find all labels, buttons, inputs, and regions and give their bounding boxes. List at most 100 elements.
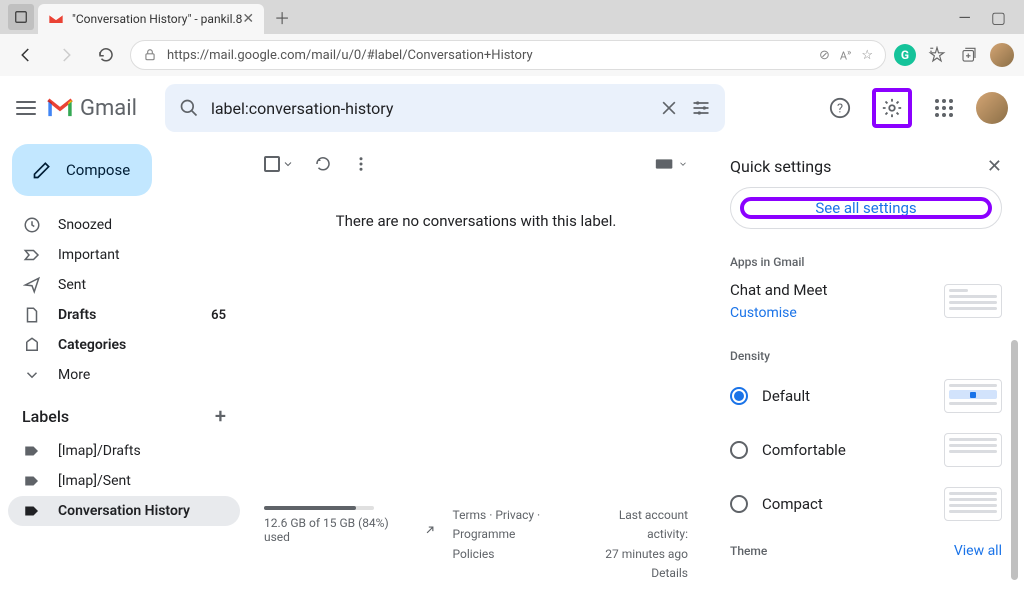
gmail-favicon [48,11,64,27]
drafts-count: 65 [211,308,226,323]
clock-icon [22,216,42,234]
density-preview-icon [944,379,1002,413]
density-preview-icon [944,433,1002,467]
forward-button [50,39,82,71]
url-text: https://mail.google.com/mail/u/0/#label/… [167,48,809,63]
sidebar-label-imap-sent[interactable]: [Imap]/Sent [8,466,240,496]
svg-text:?: ? [837,102,843,117]
density-comfortable[interactable]: Comfortable [712,423,1020,477]
sidebar-label-text: [Imap]/Drafts [58,443,141,459]
sidebar-item-label: Categories [58,337,126,353]
sidebar-item-label: Drafts [58,307,96,323]
storage-info[interactable]: 12.6 GB of 15 GB (84%) used [264,506,437,544]
sidebar-item-drafts[interactable]: Drafts 65 [8,300,240,330]
mail-toolbar [248,140,704,188]
favorite-icon[interactable]: ☆ [861,48,873,63]
pencil-icon [32,160,52,180]
settings-button[interactable] [872,88,912,128]
tab-close-icon[interactable]: ✕ [242,11,254,27]
more-actions-button[interactable] [352,155,370,173]
customise-link[interactable]: Customise [730,305,827,321]
label-icon [22,442,42,460]
compose-button[interactable]: Compose [12,144,152,196]
label-icon [22,472,42,490]
sidebar-label-imap-drafts[interactable]: [Imap]/Drafts [8,436,240,466]
input-tools-button[interactable] [654,157,688,171]
tab-title: "Conversation History" - pankil.8 [72,12,242,26]
radio-icon [730,387,748,405]
minimize-button[interactable]: — [958,8,971,27]
chat-preview-icon [944,284,1002,318]
address-row: https://mail.google.com/mail/u/0/#label/… [0,34,1024,76]
density-default[interactable]: Default [712,369,1020,423]
radio-icon [730,441,748,459]
label-icon [22,502,42,520]
text-size-icon[interactable]: A» [840,48,851,63]
close-settings-button[interactable]: ✕ [987,156,1002,177]
view-all-themes-link[interactable]: View all [954,543,1002,559]
maximize-button[interactable]: ▢ [991,8,1006,27]
gear-icon [881,97,903,119]
chevron-down-icon [282,158,294,170]
sidebar-item-more[interactable]: More [8,360,240,390]
sidebar-item-categories[interactable]: Categories [8,330,240,360]
app-header: Gmail ? [0,76,1024,140]
theme-header: Theme [730,544,767,558]
search-options-icon[interactable] [691,98,711,118]
new-tab-button[interactable]: ＋ [268,3,296,31]
sidebar-item-label: Snoozed [58,217,112,233]
main-menu-icon[interactable] [16,101,36,115]
search-icon[interactable] [179,98,199,118]
reader-icon[interactable]: ⊘ [819,48,830,63]
open-link-icon [423,523,437,537]
sidebar-item-snoozed[interactable]: Snoozed [8,210,240,240]
search-input[interactable] [211,99,647,118]
search-box[interactable] [165,84,725,132]
labels-header-text: Labels [22,407,69,426]
collections-icon[interactable] [958,44,980,66]
chevron-down-icon [22,366,42,384]
categories-icon [22,336,42,354]
address-bar[interactable]: https://mail.google.com/mail/u/0/#label/… [130,40,886,70]
help-button[interactable]: ? [820,88,860,128]
window-controls: — ▢ [944,8,1020,27]
sidebar-item-label: Important [58,247,120,263]
send-icon [22,276,42,294]
density-header: Density [712,339,1020,369]
browser-tab[interactable]: "Conversation History" - pankil.8 ✕ [38,4,264,34]
back-button[interactable] [10,39,42,71]
storage-text: 12.6 GB of 15 GB (84%) used [264,516,417,544]
profile-avatar-browser[interactable] [990,43,1014,67]
tab-list-icon[interactable] [8,4,34,30]
main-content: There are no conversations with this lab… [248,140,704,595]
settings-title: Quick settings [730,157,831,176]
sidebar-item-sent[interactable]: Sent [8,270,240,300]
quick-settings-panel: Quick settings ✕ See all settings Apps i… [712,140,1020,595]
apps-button[interactable] [924,88,964,128]
drafts-icon [22,306,42,324]
settings-scrollbar[interactable] [1011,340,1018,580]
sidebar-item-label: More [58,367,90,383]
footer-activity[interactable]: Last account activity: 27 minutes ago De… [576,506,688,583]
see-all-settings-button[interactable]: See all settings [730,187,1002,229]
refresh-mail-button[interactable] [314,155,332,173]
lock-icon [143,48,157,62]
chat-meet-label: Chat and Meet [730,281,827,299]
gmail-logo[interactable]: Gmail [46,96,137,121]
density-compact[interactable]: Compact [712,477,1020,531]
sidebar: Compose Snoozed Important Sent Drafts 65… [0,140,248,603]
gmail-logo-icon [46,97,74,119]
refresh-button[interactable] [90,39,122,71]
radio-icon [730,495,748,513]
sidebar-item-important[interactable]: Important [8,240,240,270]
select-all-checkbox[interactable] [264,156,294,172]
clear-search-icon[interactable] [659,98,679,118]
favorites-icon[interactable] [926,44,948,66]
gmail-logo-text: Gmail [80,96,137,121]
add-label-button[interactable]: + [215,404,226,428]
footer-links[interactable]: Terms · Privacy · Programme Policies [453,506,560,564]
account-avatar[interactable] [976,92,1008,124]
grammarly-icon[interactable]: G [894,44,916,66]
apps-grid-icon [935,99,953,117]
sidebar-label-conversation-history[interactable]: Conversation History [8,496,240,526]
